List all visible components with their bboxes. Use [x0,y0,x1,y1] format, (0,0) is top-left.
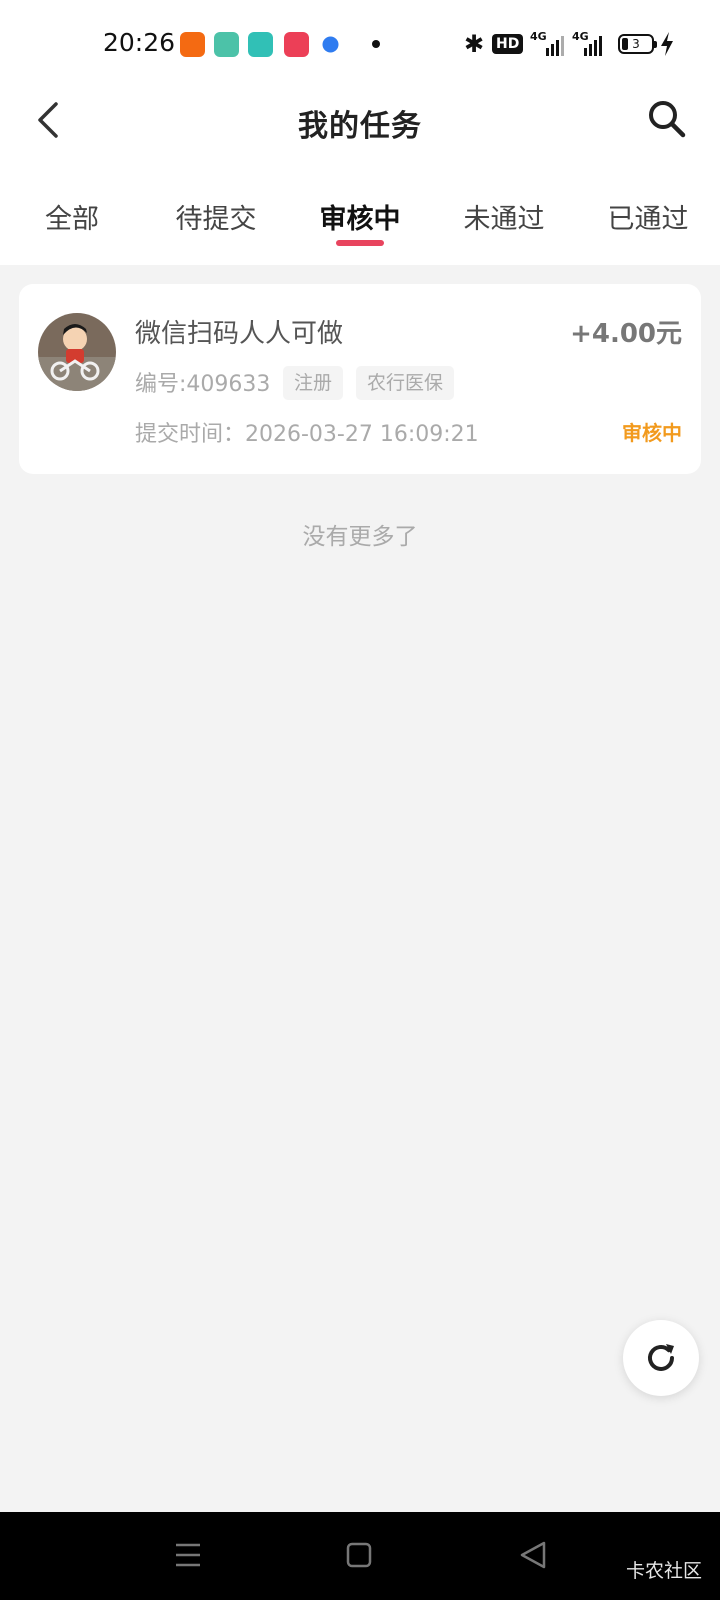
tab-all[interactable]: 全部 [7,197,137,236]
tab-under-review[interactable]: 审核中 [295,197,425,236]
status-bar: 20:26 ✱ HD 4G 4G 3 [0,0,720,90]
chat-app-icon [248,32,273,57]
task-tag: 农行医保 [356,366,455,400]
tab-pending-submit[interactable]: 待提交 [151,197,281,236]
bluetooth-icon: ✱ [464,30,485,58]
browser-app-icon [318,32,343,57]
task-reward: +4.00元 [570,319,682,349]
search-button[interactable] [646,98,688,140]
list-end-text: 没有更多了 [302,524,418,550]
submit-time: 提交时间：2026-03-27 16:09:21 [135,422,479,447]
search-icon [649,101,686,138]
active-tab-indicator [336,240,384,246]
home-icon [346,1542,372,1568]
task-id: 编号:409633 [135,372,271,397]
battery-icon: 3 [618,34,657,54]
video-app-icon [180,32,205,57]
task-name: 微信扫码人人可做 [135,319,344,349]
notification-dot [372,40,380,48]
tab-rejected[interactable]: 未通过 [439,197,569,236]
signal-1-icon: 4G [530,30,566,56]
home-nav-button[interactable] [346,1540,372,1574]
back-nav-button[interactable] [518,1540,548,1574]
status-time: 20:26 [103,28,176,57]
play-app-icon [284,32,309,57]
watermark-text: 卡农社区 [625,1560,702,1582]
menu-icon [176,1543,200,1567]
download-app-icon [214,32,239,57]
avatar [38,313,116,391]
charging-bolt-icon [661,32,673,56]
signal-2-icon: 4G [568,30,604,56]
menu-nav-button[interactable] [174,1540,202,1574]
task-tag: 注册 [283,366,344,400]
tab-approved[interactable]: 已通过 [583,197,713,236]
triangle-back-icon [520,1541,546,1569]
refresh-button[interactable] [623,1320,699,1396]
refresh-icon [648,1344,674,1371]
hd-badge: HD [492,34,524,54]
status-badge: 审核中 [622,421,682,445]
page-title: 我的任务 [298,109,422,144]
